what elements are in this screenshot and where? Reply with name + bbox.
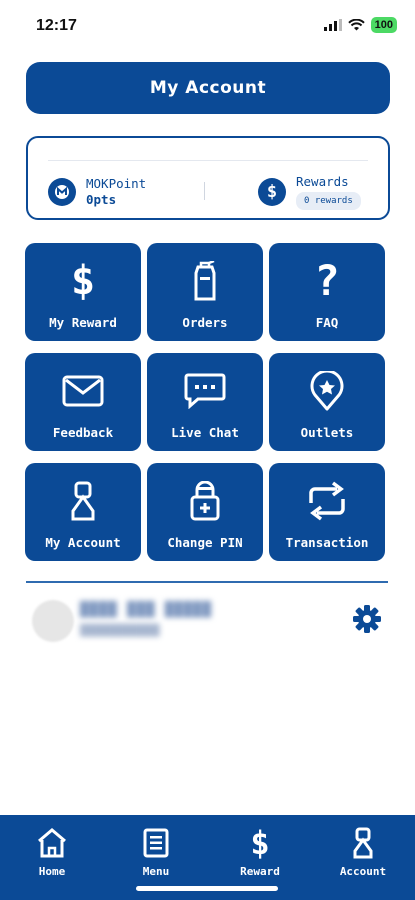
points-card: MOKPoint 0pts $ Rewards 0 rewards (26, 136, 390, 220)
home-indicator (136, 886, 278, 891)
avatar (32, 600, 74, 642)
section-divider (26, 581, 388, 583)
profile-phone-redacted: ████████████ (80, 624, 160, 637)
profile-name-redacted: ████ ███ █████ (80, 602, 213, 618)
orders-button[interactable]: Orders (147, 243, 263, 341)
tile-label: Live Chat (171, 425, 239, 440)
menu-icon (143, 827, 169, 859)
feedback-button[interactable]: Feedback (25, 353, 141, 451)
mokpoint-logo-icon (48, 178, 76, 206)
points-value: 0pts (86, 192, 117, 207)
rewards-count-badge: 0 rewards (296, 192, 361, 210)
chat-icon (183, 371, 227, 411)
tile-label: FAQ (315, 315, 339, 330)
card-divider (48, 160, 368, 161)
nav-label: Reward (240, 865, 280, 878)
status-bar: 12:17 100 (0, 0, 415, 52)
gear-icon[interactable] (352, 604, 382, 634)
tile-label: Orders (182, 315, 228, 330)
status-icons: 100 (323, 17, 397, 33)
nav-label: Home (38, 865, 66, 878)
live-chat-button[interactable]: Live Chat (147, 353, 263, 451)
cup-icon (183, 261, 227, 301)
wifi-icon (347, 19, 365, 31)
change-pin-button[interactable]: Change PIN (147, 463, 263, 561)
nav-label: Menu (142, 865, 170, 878)
dollar-icon: $ (258, 178, 286, 206)
question-icon: ? (314, 256, 340, 305)
nav-home[interactable]: Home (12, 827, 92, 878)
signal-icon (323, 19, 342, 31)
mokpoint-summary[interactable]: MOKPoint 0pts (48, 176, 146, 208)
page-title-banner: My Account (26, 62, 390, 114)
rewards-summary[interactable]: $ Rewards 0 rewards (258, 174, 361, 210)
envelope-icon (61, 371, 105, 411)
my-reward-button[interactable]: $ My Reward (25, 243, 141, 341)
nav-label: Account (339, 865, 387, 878)
bottom-nav: Home Menu $ Reward Account (0, 815, 415, 900)
nav-menu[interactable]: Menu (116, 827, 196, 878)
lock-icon (183, 481, 227, 521)
tile-label: Feedback (52, 425, 114, 440)
tile-label: My Account (45, 535, 121, 550)
points-label: MOKPoint (86, 176, 147, 191)
my-account-button[interactable]: My Account (25, 463, 141, 561)
faq-button[interactable]: ? FAQ (269, 243, 385, 341)
profile-row: ████ ███ █████ ████████████ (30, 598, 390, 644)
account-menu-grid: $ My Reward Orders ? FAQ Feedback Live C… (25, 243, 387, 561)
person-icon (353, 827, 373, 859)
page-title: My Account (149, 78, 267, 98)
dollar-icon: $ (250, 824, 270, 862)
status-time: 12:17 (36, 17, 77, 34)
outlets-button[interactable]: Outlets (269, 353, 385, 451)
person-icon (61, 481, 105, 521)
nav-account[interactable]: Account (323, 827, 403, 878)
battery-indicator: 100 (370, 17, 397, 33)
location-pin-icon (305, 371, 349, 411)
dollar-icon: $ (70, 258, 96, 304)
tile-label: My Reward (49, 315, 117, 330)
refresh-icon (305, 481, 349, 521)
rewards-label: Rewards (296, 174, 349, 189)
nav-reward[interactable]: $ Reward (220, 827, 300, 878)
tile-label: Outlets (300, 425, 354, 440)
home-icon (36, 827, 68, 859)
tile-label: Transaction (285, 535, 369, 550)
tile-label: Change PIN (167, 535, 243, 550)
card-vertical-divider (204, 182, 205, 200)
transaction-button[interactable]: Transaction (269, 463, 385, 561)
